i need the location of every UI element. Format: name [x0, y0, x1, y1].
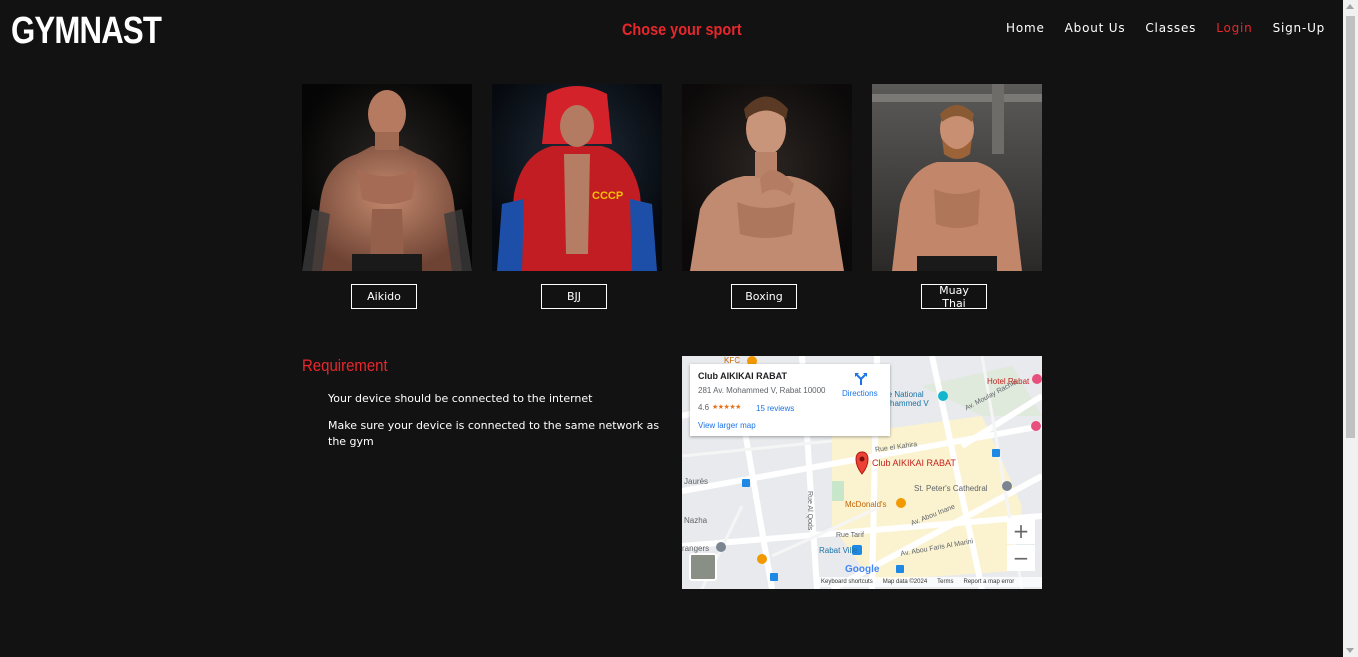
nav-about-us[interactable]: About Us [1065, 21, 1126, 35]
map-label-jaures: Jaurès [684, 477, 709, 486]
nav-classes[interactable]: Classes [1145, 21, 1196, 35]
muay-thai-athlete-photo [872, 84, 1042, 271]
map-label-nazha: Nazha [684, 516, 708, 525]
map-label-tarif: Rue Tarif [836, 532, 864, 539]
map-footer: Keyboard shortcuts Map data ©2024 Terms … [817, 577, 1042, 587]
requirement-list: Your device should be connected to the i… [328, 391, 668, 461]
sport-card-aikido: Aikido [302, 84, 472, 309]
map-label-national: re National [885, 390, 924, 399]
terms-link[interactable]: Terms [937, 579, 953, 585]
map-pin-label[interactable]: Club AIKIKAI RABAT [872, 458, 956, 468]
page: GYMNAST Chose your sport Home About Us C… [0, 0, 1358, 657]
main-nav: Home About Us Classes Login Sign-Up [1006, 21, 1345, 35]
sport-cards: Aikido CCCP BJJ Boxing Muay Thai [302, 84, 1042, 310]
place-address: 281 Av. Mohammed V, Rabat 10000 [698, 386, 826, 395]
sport-card-muay-thai: Muay Thai [872, 84, 1042, 310]
aikido-athlete-photo [302, 84, 472, 271]
boxing-button[interactable]: Boxing [731, 284, 797, 309]
map-label-mohammed: hammed V [890, 399, 929, 408]
nav-home[interactable]: Home [1006, 21, 1045, 35]
report-map-error-link[interactable]: Report a map error [964, 579, 1015, 585]
muay-thai-button[interactable]: Muay Thai [921, 284, 987, 310]
nav-login[interactable]: Login [1216, 21, 1252, 35]
nav-sign-up[interactable]: Sign-Up [1273, 21, 1326, 35]
zoom-out-button[interactable]: − [1007, 545, 1035, 571]
place-name: Club AIKIKAI RABAT [698, 371, 787, 381]
requirement-title: Requirement [302, 356, 388, 375]
page-scrollbar[interactable] [1343, 0, 1358, 657]
scroll-thumb[interactable] [1346, 16, 1355, 438]
scroll-up-icon[interactable] [1346, 4, 1354, 9]
map-label-rabatville: Rabat Ville [819, 546, 858, 555]
requirement-item: Your device should be connected to the i… [328, 392, 593, 405]
map-label-alqods: Rue Al Qods [806, 491, 813, 531]
requirement-item: Make sure your device is connected to th… [328, 419, 660, 448]
bjj-athlete-photo: CCCP [492, 84, 662, 271]
place-rating: 4.6 [698, 403, 710, 412]
keyboard-shortcuts-link[interactable]: Keyboard shortcuts [821, 579, 873, 585]
google-logo: Google [845, 564, 880, 575]
place-info-card: Club AIKIKAI RABAT 281 Av. Mohammed V, R… [690, 364, 890, 436]
bjj-button[interactable]: BJJ [541, 284, 607, 309]
map-label-angers: rangers [682, 544, 710, 553]
map-label-mcdonalds: McDonald's [845, 500, 887, 509]
zoom-in-button[interactable]: + [1007, 518, 1035, 544]
aikido-button[interactable]: Aikido [351, 284, 417, 309]
sport-card-bjj: CCCP BJJ [492, 84, 662, 309]
boxing-athlete-photo [682, 84, 852, 271]
scroll-down-icon[interactable] [1346, 648, 1354, 653]
embedded-map[interactable]: Hotel Rabat re National hammed V Av. Mou… [682, 356, 1042, 589]
directions-link[interactable]: Directions [842, 389, 878, 398]
reviews-link[interactable]: 15 reviews [756, 404, 794, 413]
svg-text:CCCP: CCCP [592, 190, 623, 202]
rating-stars-icon: ★★★★★ [712, 404, 741, 411]
directions-icon[interactable] [854, 372, 868, 386]
site-logo[interactable]: GYMNAST [11, 10, 162, 53]
sport-card-boxing: Boxing [682, 84, 852, 309]
map-data-credit: Map data ©2024 [882, 579, 928, 585]
page-tagline: Chose your sport [622, 20, 742, 39]
map-label-peters: St. Peter's Cathedral [914, 484, 988, 493]
view-larger-map-link[interactable]: View larger map [698, 421, 756, 430]
